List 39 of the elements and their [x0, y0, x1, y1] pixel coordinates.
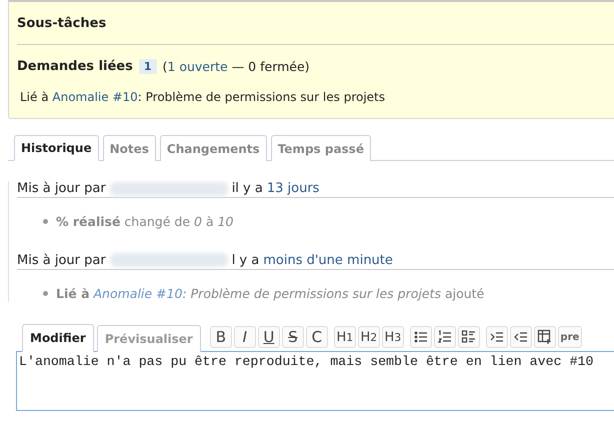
- issue-link[interactable]: Anomalie #10: [52, 90, 138, 104]
- format-button[interactable]: I: [234, 326, 256, 348]
- checklist-icon: [460, 329, 477, 345]
- format-button[interactable]: pre: [558, 326, 582, 348]
- related-heading: Demandes liées: [17, 59, 133, 74]
- comment-field[interactable]: L'anomalie n'a pas pu être reproduite, mais semble être en lien avec #10: [16, 351, 614, 411]
- format-button[interactable]: B: [210, 326, 232, 348]
- bullets-button[interactable]: [410, 326, 432, 348]
- numbered-list-icon: [436, 329, 453, 345]
- subtasks-heading: Sous-tâches: [17, 16, 106, 31]
- change-detail: Lié à Anomalie #10: Problème de permissions sur les projets ajouté: [56, 284, 484, 302]
- table-icon: [536, 329, 553, 345]
- format-button[interactable]: C: [306, 326, 328, 348]
- checklist-button[interactable]: [458, 326, 480, 348]
- change-detail: % réalisé changé de 0 à 10: [56, 213, 234, 230]
- indent-button[interactable]: [486, 326, 508, 348]
- count-badge: 1: [138, 59, 157, 74]
- format-button[interactable]: S: [282, 326, 304, 348]
- author-text: Mis à jour par: [17, 252, 106, 268]
- table-button[interactable]: [534, 326, 556, 348]
- relation-text: Lié à Anomalie #10: Problème de permissions sur les projets: [19, 90, 386, 104]
- time-link[interactable]: 13 jours: [266, 181, 320, 196]
- history-tab[interactable]: Temps passé: [270, 135, 371, 161]
- time-text: il y a: [232, 181, 263, 196]
- history-tab[interactable]: Notes: [102, 135, 156, 161]
- outdent-button[interactable]: [510, 326, 532, 348]
- related-summary: (1 ouverte — 0 fermée): [162, 59, 310, 74]
- history-tab[interactable]: Historique: [14, 135, 99, 161]
- time-link[interactable]: moins d'une minute: [263, 252, 393, 268]
- time-text: l y a: [232, 252, 260, 268]
- bullet-list-icon: [412, 329, 429, 345]
- author-text: Mis à jour par: [17, 181, 106, 196]
- bullet-icon: [43, 219, 48, 224]
- numbers-button[interactable]: [434, 326, 456, 348]
- format-button[interactable]: U: [258, 326, 280, 348]
- editor-tab[interactable]: Modifier: [22, 324, 94, 352]
- history-tab[interactable]: Changements: [160, 135, 267, 161]
- open-link[interactable]: 1 ouverte: [167, 59, 228, 74]
- bullet-icon: [43, 290, 48, 296]
